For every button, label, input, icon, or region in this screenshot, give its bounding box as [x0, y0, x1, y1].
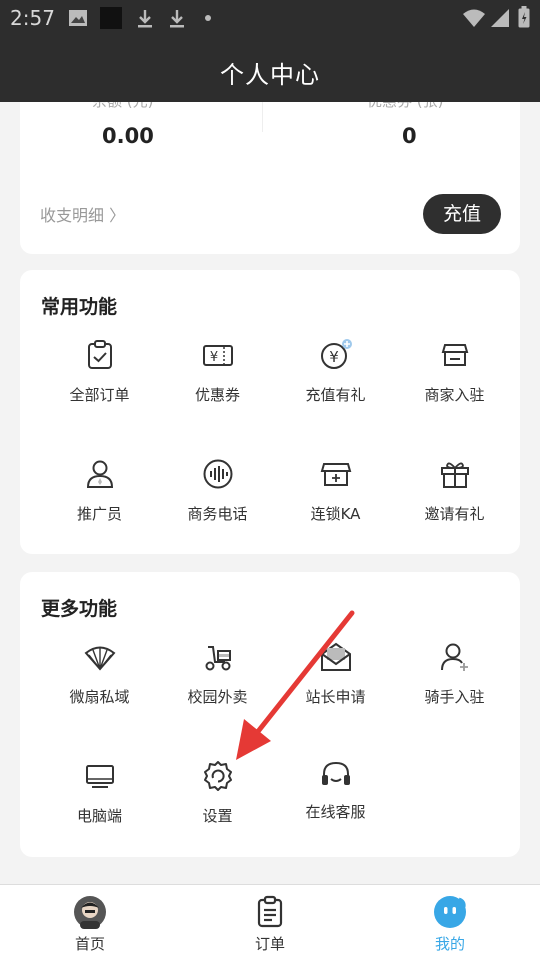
mail-icon	[320, 642, 351, 671]
person-plus-icon	[440, 643, 468, 671]
section-title: 常用功能	[41, 296, 118, 318]
status-time: 2:57	[10, 6, 55, 30]
more-functions-card: 更多功能 微扇私域 校园外卖 站长申请 骑手入驻 电脑端 设置 在线客服	[20, 572, 520, 857]
status-bar: 2:57	[0, 0, 540, 36]
coupon-count-value[interactable]: 0	[402, 124, 417, 148]
balance-value[interactable]: 0.00	[102, 124, 154, 148]
signal-icon	[491, 9, 509, 27]
svg-text:¥: ¥	[329, 348, 339, 366]
gear-icon	[203, 761, 232, 791]
recharge-button[interactable]: 充值	[423, 194, 501, 234]
scooter-icon	[205, 646, 231, 671]
download-icon	[138, 10, 152, 28]
function-coupons[interactable]: ¥ 优惠券	[155, 338, 280, 405]
function-all-orders[interactable]: 全部订单	[37, 338, 162, 405]
tab-orders[interactable]: 订单	[180, 895, 360, 954]
wifi-icon	[463, 9, 485, 27]
mine-face-icon	[434, 896, 466, 928]
order-list-icon	[257, 895, 283, 928]
section-title: 更多功能	[41, 598, 118, 620]
balance-card: 余额 (元) 0.00 优惠券 (张) 0 收支明细 〉 充值	[20, 102, 520, 254]
gift-icon	[440, 462, 469, 488]
page-title: 个人中心	[220, 61, 320, 89]
monitor-icon	[85, 765, 114, 788]
divider	[262, 102, 263, 132]
function-chain-ka[interactable]: 连锁KA	[273, 457, 398, 524]
common-functions-card: 常用功能 全部订单 ¥ 优惠券 ¥ 充值有礼 商家入驻 推广员 商务电话 连锁K…	[20, 270, 520, 554]
function-online-support[interactable]: 在线客服	[273, 759, 398, 822]
function-campus-delivery[interactable]: 校园外卖	[155, 640, 280, 707]
clipboard-check-icon	[87, 340, 112, 369]
image-icon	[69, 10, 87, 26]
tab-home[interactable]: 首页	[0, 895, 180, 954]
coin-yen-plus-icon: ¥	[320, 339, 352, 369]
function-desktop[interactable]: 电脑端	[37, 759, 162, 826]
person-icon	[86, 460, 113, 488]
function-rider-join[interactable]: 骑手入驻	[392, 640, 517, 707]
chain-store-icon	[320, 463, 351, 486]
function-invite-gift[interactable]: 邀请有礼	[392, 457, 517, 524]
function-webmaster-apply[interactable]: 站长申请	[273, 640, 398, 707]
voice-wave-icon	[203, 459, 232, 489]
title-bar: 个人中心	[0, 36, 540, 102]
download-icon	[170, 10, 184, 28]
store-icon	[441, 344, 468, 366]
dot-icon	[205, 15, 211, 21]
income-expense-details-link[interactable]: 收支明细 〉	[40, 202, 125, 226]
function-settings[interactable]: 设置	[155, 759, 280, 826]
function-merchant-join[interactable]: 商家入驻	[392, 338, 517, 405]
app-square-icon	[100, 7, 122, 29]
function-promoter[interactable]: 推广员	[37, 457, 162, 524]
bottom-tab-bar: 首页 订单 我的	[0, 884, 540, 960]
function-business-phone[interactable]: 商务电话	[155, 457, 280, 524]
ticket-yen-icon: ¥	[202, 345, 233, 366]
headset-icon	[321, 761, 350, 785]
svg-text:¥: ¥	[209, 350, 217, 365]
coupon-count-label: 优惠券 (张)	[367, 102, 443, 111]
function-recharge-gift[interactable]: ¥ 充值有礼	[273, 338, 398, 405]
balance-label: 余额 (元)	[92, 102, 153, 111]
fan-icon	[84, 646, 115, 671]
tab-mine[interactable]: 我的	[360, 895, 540, 954]
battery-icon	[518, 6, 530, 28]
function-wechat-private-domain[interactable]: 微扇私域	[37, 640, 162, 707]
avatar-icon	[74, 896, 106, 929]
